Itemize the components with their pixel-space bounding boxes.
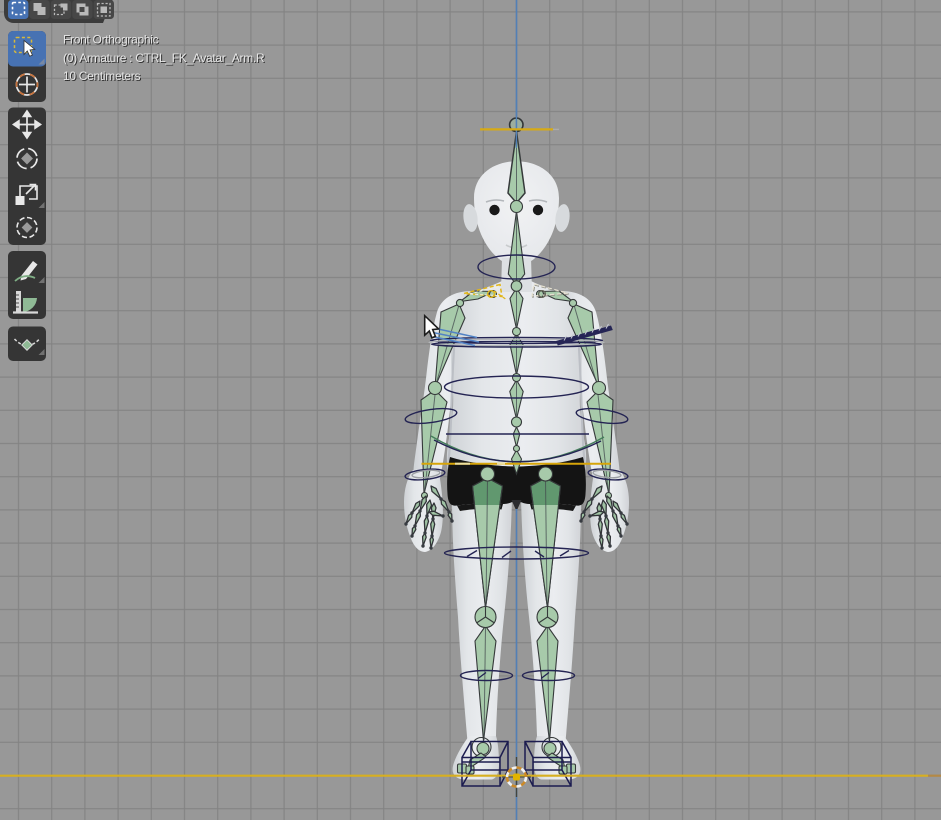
svg-text:(0) Armature : CTRL_FK_Avatar_: (0) Armature : CTRL_FK_Avatar_Arm.R [63,51,265,65]
svg-text:Front Orthographic: Front Orthographic [63,33,159,47]
svg-text:10 Centimeters: 10 Centimeters [63,69,140,83]
